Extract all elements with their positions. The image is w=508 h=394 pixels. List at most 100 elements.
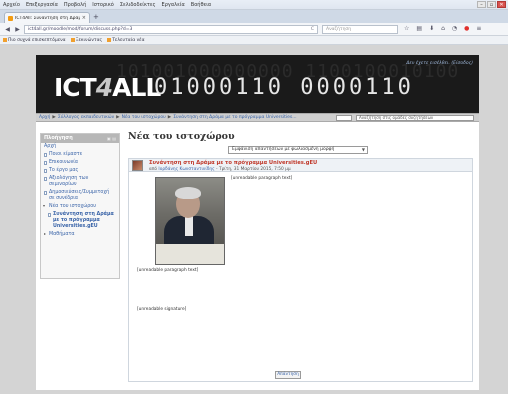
breadcrumb: Αρχή ▶ Σύλλογος εκπαιδευτικών ▶ Νέα του ιστο… bbox=[36, 113, 479, 122]
browser-search-input[interactable]: Αναζήτηση bbox=[322, 25, 398, 34]
post-subject: Συνάντηση στη Δράμα με το πρόγραμμα Univ… bbox=[149, 160, 318, 166]
breadcrumb-separator: ▶ bbox=[116, 115, 120, 120]
display-mode-select[interactable]: Εμφάνιση απαντήσεων με φωλιασμένη μορφή … bbox=[228, 146, 368, 154]
photo-hair bbox=[175, 187, 201, 199]
menu-help[interactable]: Βοήθεια bbox=[188, 0, 214, 10]
banner-binary-foreground: 01000110 0000110 bbox=[154, 75, 414, 100]
pocket-icon[interactable]: ◔ bbox=[452, 25, 457, 32]
bookmark-icon bbox=[70, 38, 75, 42]
bookmark-icon bbox=[3, 38, 7, 42]
star-icon[interactable]: ☆ bbox=[404, 25, 409, 32]
new-tab-icon[interactable]: + bbox=[93, 13, 99, 21]
sidebar-item-label: Αξιολόγηση των σεμιναρίων bbox=[49, 176, 89, 187]
breadcrumb-small-box[interactable] bbox=[336, 115, 352, 121]
bookmarks-bar: Πιο συχνά επισκεπτόμενα Ξεκινώντας Τελευ… bbox=[0, 36, 508, 45]
breadcrumb-current[interactable]: Συνάντηση στη Δράμα με το πρόγραμμα Univ… bbox=[173, 115, 296, 120]
post-paragraph-1: [unreadable paragraph text] bbox=[231, 176, 293, 181]
bookmark-label: Ξεκινώντας bbox=[75, 37, 103, 43]
menu-tools[interactable]: Εργαλεία bbox=[159, 0, 188, 10]
page-title: Νέα του ιστοχώρου bbox=[128, 131, 235, 142]
site-logo[interactable]: ICT4ALL bbox=[54, 73, 161, 102]
document-icon bbox=[44, 168, 47, 173]
breadcrumb-separator: ▶ bbox=[52, 115, 56, 120]
menu-bookmarks[interactable]: Σελιδοδείκτες bbox=[117, 0, 159, 10]
document-icon bbox=[44, 176, 47, 181]
close-tab-icon[interactable]: × bbox=[82, 15, 86, 21]
window-controls: – ▫ ✕ bbox=[477, 1, 506, 8]
forum-search-input[interactable]: Αναζήτηση στις ομάδες συζητήσεων bbox=[356, 115, 474, 121]
sidebar-item-label: Συνάντηση στη Δράμα με το πρόγραμμα Univ… bbox=[53, 212, 114, 229]
reply-link[interactable]: Απάντηση bbox=[275, 371, 301, 379]
sidebar-item-about[interactable]: Ποιοι είμαστε bbox=[41, 151, 119, 159]
sidebar-item-home[interactable]: Αρχή bbox=[41, 143, 119, 151]
expanded-chevron-icon: ▾ bbox=[43, 203, 46, 208]
sidebar-item-label: Μαθήματα bbox=[49, 232, 75, 237]
photo-shirt bbox=[185, 216, 193, 236]
post-paragraph-2: [unreadable paragraph text] bbox=[137, 268, 199, 273]
post-signature: [unreadable signature] bbox=[137, 307, 187, 312]
breadcrumb-separator: ▶ bbox=[167, 115, 172, 120]
sidebar-item-contact[interactable]: Επικοινωνία bbox=[41, 159, 119, 167]
sidebar-item-courses[interactable]: ▸ Μαθήματα bbox=[41, 231, 119, 239]
sidebar-item-label: Αρχή bbox=[44, 144, 57, 149]
navigation-block: Πλοήγηση ▣ ▤ Αρχή Ποιοι είμαστε Επικοινω… bbox=[40, 133, 120, 279]
maximize-button[interactable]: ▫ bbox=[487, 1, 496, 8]
document-icon bbox=[44, 190, 47, 195]
main-content: Νέα του ιστοχώρου Εμφάνιση απαντήσεων με… bbox=[128, 131, 473, 382]
sidebar-item-publications[interactable]: Δημοσιεύσεις/Συμμετοχή σε συνέδρια bbox=[41, 189, 119, 203]
menu-view[interactable]: Προβολή bbox=[61, 0, 89, 10]
tab-title: ICT4All: Συνάντηση στη Δράμα... bbox=[15, 15, 80, 21]
close-window-button[interactable]: ✕ bbox=[497, 1, 506, 8]
bookmark-latest-news[interactable]: Τελευταία νέα bbox=[107, 38, 145, 43]
browser-menubar: Αρχείο Επεξεργασία Προβολή Ιστορικό Σελιδοδε… bbox=[0, 0, 508, 10]
block-controls-icon[interactable]: ▣ ▤ bbox=[107, 134, 116, 143]
breadcrumb-news[interactable]: Νέα του ιστοχώρου bbox=[122, 115, 166, 120]
document-icon bbox=[48, 212, 51, 217]
sidebar-item-news[interactable]: ▾ Νέα του ιστοχώρου bbox=[41, 203, 119, 211]
hamburger-menu-icon[interactable]: ≡ bbox=[476, 25, 481, 32]
library-icon[interactable]: ▤ bbox=[416, 25, 422, 32]
breadcrumb-association[interactable]: Σύλλογος εκπαιδευτικών bbox=[58, 115, 114, 120]
menu-edit[interactable]: Επεξεργασία bbox=[23, 0, 61, 10]
document-icon bbox=[44, 160, 47, 165]
navigation-bar: ◀ ▶ ict4all.gr/moodle/mod/forum/discuss.… bbox=[0, 23, 508, 36]
address-bar[interactable]: ict4all.gr/moodle/mod/forum/discuss.php?… bbox=[24, 25, 318, 34]
minimize-button[interactable]: – bbox=[477, 1, 486, 8]
back-icon[interactable]: ◀ bbox=[3, 25, 12, 34]
navigation-heading: Πλοήγηση bbox=[44, 135, 73, 141]
home-icon[interactable]: ⌂ bbox=[441, 25, 445, 32]
address-url: ict4all.gr/moodle/mod/forum/discuss.php?… bbox=[28, 27, 133, 32]
sidebar-item-our-work[interactable]: Το έργο μας bbox=[41, 167, 119, 175]
post-body: [unreadable paragraph text] [unreadable … bbox=[128, 172, 473, 382]
sidebar-item-label: Το έργο μας bbox=[49, 168, 79, 173]
forward-icon[interactable]: ▶ bbox=[13, 25, 22, 34]
menu-file[interactable]: Αρχείο bbox=[0, 0, 23, 10]
bookmark-most-visited[interactable]: Πιο συχνά επισκεπτόμενα bbox=[3, 38, 66, 43]
site-banner: 101001000000000 1100100010100 ICT4ALL 01… bbox=[36, 55, 479, 113]
browser-tab[interactable]: ICT4All: Συνάντηση στη Δράμα... × bbox=[4, 12, 90, 23]
author-avatar[interactable] bbox=[132, 160, 143, 171]
post-header: Συνάντηση στη Δράμα με το πρόγραμμα Univ… bbox=[128, 158, 473, 172]
download-icon[interactable]: ⬇ bbox=[429, 25, 434, 32]
sidebar-item-label: Νέα του ιστοχώρου bbox=[49, 204, 97, 209]
sidebar-item-evaluation[interactable]: Αξιολόγηση των σεμιναρίων bbox=[41, 175, 119, 189]
breadcrumb-home[interactable]: Αρχή bbox=[39, 115, 50, 120]
post-photo bbox=[155, 177, 225, 265]
logo-ict: ICT bbox=[54, 73, 97, 102]
chevron-down-icon: ▼ bbox=[361, 147, 365, 152]
photo-desk bbox=[156, 244, 224, 264]
login-info[interactable]: Δεν έχετε εισέλθει. (Είσοδος) bbox=[406, 61, 473, 66]
menu-history[interactable]: Ιστορικό bbox=[89, 0, 117, 10]
sidebar-item-label: Ποιοι είμαστε bbox=[49, 152, 83, 157]
navigation-block-header: Πλοήγηση ▣ ▤ bbox=[41, 134, 119, 143]
addon-icon[interactable]: ● bbox=[464, 25, 469, 32]
bookmark-icon bbox=[107, 38, 112, 42]
sidebar-item-label: Επικοινωνία bbox=[49, 160, 79, 165]
sidebar-item-current-post[interactable]: Συνάντηση στη Δράμα με το πρόγραμμα Univ… bbox=[41, 211, 119, 231]
bookmark-getting-started[interactable]: Ξεκινώντας bbox=[70, 37, 103, 43]
logo-four: 4 bbox=[95, 73, 113, 102]
document-icon bbox=[44, 152, 47, 157]
display-mode-value: Εμφάνιση απαντήσεων με φωλιασμένη μορφή bbox=[232, 147, 335, 152]
reload-icon[interactable]: C bbox=[311, 26, 314, 33]
bookmark-label: Πιο συχνά επισκεπτόμενα bbox=[8, 37, 66, 43]
